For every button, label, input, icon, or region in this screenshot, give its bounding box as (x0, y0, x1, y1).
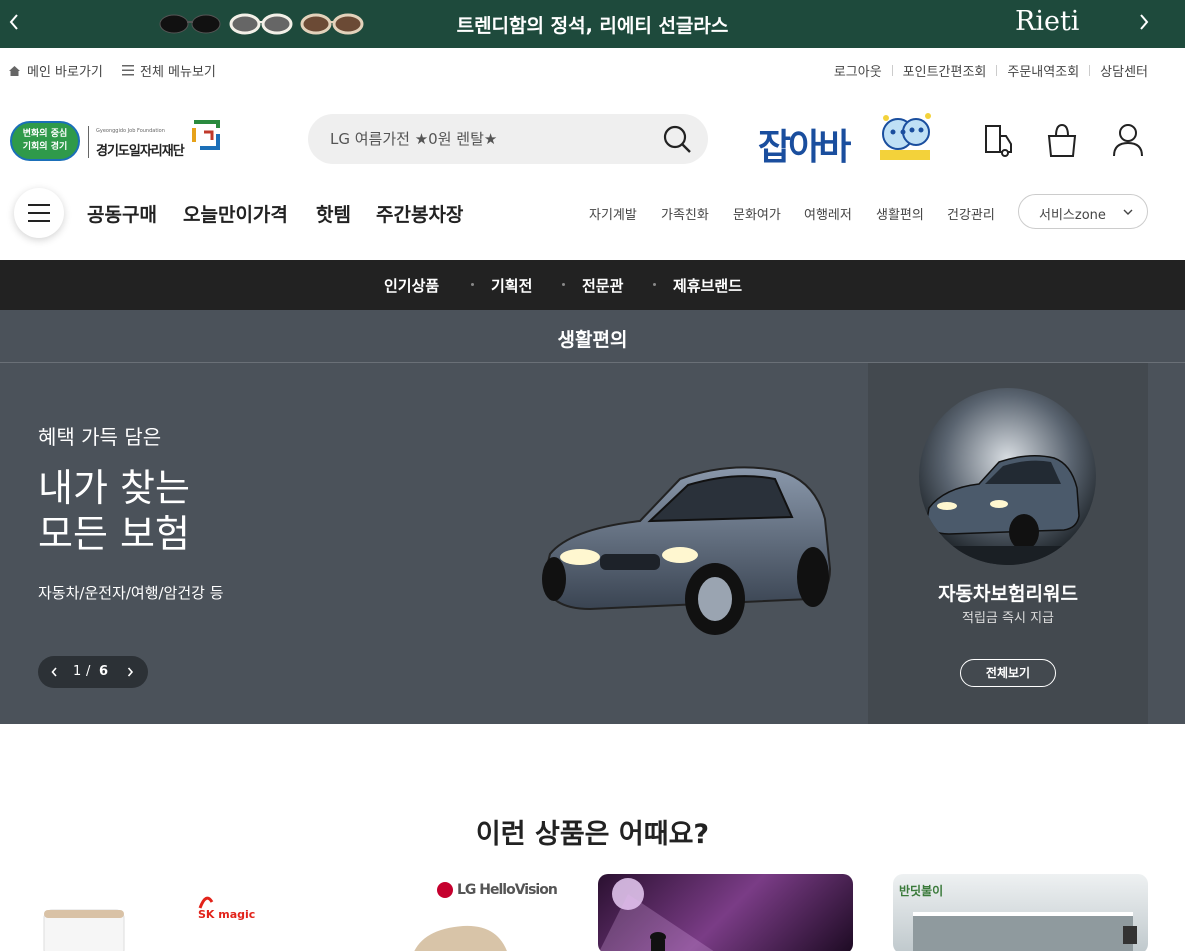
chevron-right-icon[interactable] (1138, 12, 1150, 37)
hamburger-icon (28, 204, 50, 222)
concert-image (599, 878, 714, 951)
nav-today-price[interactable]: 오늘만이가격 (183, 200, 288, 227)
nav-culture[interactable]: 문화여가 (733, 204, 781, 223)
home-icon (9, 65, 20, 76)
service-zone-label: 서비스zone (1039, 208, 1106, 223)
point-check-link[interactable]: 포인트간편조회 (903, 61, 987, 80)
user-icon[interactable] (1112, 122, 1144, 158)
search-bar[interactable] (308, 114, 708, 164)
side-car-thumbnail (919, 388, 1096, 565)
hero-next-slide-peek[interactable] (1148, 363, 1185, 724)
chevron-left-icon[interactable] (51, 667, 58, 677)
recommend-title: 이런 상품은 어때요? (475, 819, 710, 850)
logo-badge: 변화의 중심 기회의 경기 (10, 121, 80, 161)
side-subtitle: 적립금 즉시 지급 (962, 611, 1054, 626)
interior-image (913, 912, 1137, 951)
hamburger-menu-button[interactable] (14, 188, 64, 238)
view-all-button[interactable]: 전체보기 (960, 659, 1056, 687)
hero-headline-line1: 내가 찾는 (38, 466, 190, 510)
search-icon[interactable] (662, 124, 692, 154)
logo-badge-line2: 기회의 경기 (22, 142, 68, 152)
category-popular[interactable]: 인기상품 (384, 275, 439, 296)
category-dot (653, 283, 656, 286)
product-card-sk-magic[interactable]: SK magic (38, 874, 293, 951)
hero-headline: 내가 찾는 모든 보험 (38, 465, 190, 557)
pager-separator: / (86, 664, 91, 679)
service-zone-dropdown[interactable]: 서비스zone (1018, 194, 1148, 229)
purifier-image (43, 909, 125, 951)
product-card-lg-hellovision[interactable]: LG HelloVision (333, 874, 588, 951)
section-title: 생활편의 (557, 329, 628, 351)
full-menu-link[interactable]: 전체 메뉴보기 (122, 61, 216, 80)
nav-living[interactable]: 생활편의 (876, 204, 924, 223)
chevron-right-icon[interactable] (127, 667, 134, 677)
delivery-truck-icon[interactable] (982, 122, 1014, 158)
hero-headline-line2: 모든 보험 (38, 512, 190, 556)
jobaba-logo[interactable]: 잡아바 (758, 110, 938, 168)
lg-logo-icon (437, 882, 453, 898)
promo-brand-logo: Rieti (1015, 6, 1080, 37)
divider (891, 65, 893, 76)
side-title: 자동차보험리워드 (938, 583, 1078, 605)
search-input[interactable] (330, 128, 650, 150)
jobaba-text: 잡아바 (758, 127, 851, 168)
category-dot (471, 283, 474, 286)
nav-self-dev[interactable]: 자기계발 (589, 204, 637, 223)
help-center-link[interactable]: 상담센터 (1100, 61, 1148, 80)
jobaba-mascot-icon (880, 113, 931, 160)
category-partner-brand[interactable]: 제휴브랜드 (673, 275, 742, 296)
utility-links: 로그아웃 포인트간편조회 주문내역조회 상담센터 (834, 61, 1148, 80)
nav-family[interactable]: 가족친화 (661, 204, 709, 223)
nav-hot-items[interactable]: 핫템 (316, 200, 351, 227)
menu-lines-icon (122, 65, 134, 76)
product-card-bandibul[interactable]: 반딧불이 (893, 874, 1148, 951)
nav-health[interactable]: 건강관리 (947, 204, 995, 223)
site-logo[interactable]: 변화의 중심 기회의 경기 Gyeonggido Job Foundation … (10, 118, 225, 164)
side-promo[interactable]: 자동차보험리워드 적립금 즉시 지급 전체보기 (868, 363, 1148, 724)
order-history-link[interactable]: 주문내역조회 (1007, 61, 1079, 80)
lg-hellovision-logo: LG HelloVision (457, 882, 558, 898)
category-specialty[interactable]: 전문관 (582, 275, 623, 296)
logo-korean-name: 경기도일자리재단 (96, 144, 185, 159)
chevron-down-icon (1123, 209, 1133, 215)
hero-eyebrow: 혜택 가득 담은 (38, 425, 162, 449)
hero-description: 자동차/운전자/여행/암건강 등 (38, 584, 224, 602)
foundation-emblem-icon (192, 120, 220, 150)
logo-divider (88, 126, 89, 158)
pager-current: 1 (73, 664, 82, 679)
pager-total: 6 (99, 664, 109, 679)
nav-group-buy[interactable]: 공동구매 (87, 200, 157, 227)
product-card-concert[interactable] (598, 874, 853, 951)
logout-link[interactable]: 로그아웃 (834, 61, 882, 80)
hero-pager: 1 / 6 (38, 656, 148, 688)
logo-badge-line1: 변화의 중심 (22, 129, 68, 139)
divider (996, 65, 998, 76)
home-link-label: 메인 바로가기 (27, 65, 103, 80)
promo-banner[interactable]: 트렌디함의 정석, 리에티 선글라스 Rieti (0, 0, 1185, 48)
category-dot (562, 283, 565, 286)
home-link[interactable]: 메인 바로가기 (8, 61, 103, 80)
section-header: 생활편의 (0, 310, 1185, 363)
divider (1089, 65, 1091, 76)
sk-magic-logo: SK magic (198, 908, 256, 921)
utility-bar: 메인 바로가기 전체 메뉴보기 로그아웃 포인트간편조회 주문내역조회 상담센터 (0, 48, 1185, 90)
category-bar: 인기상품 기획전 전문관 제휴브랜드 (0, 260, 1185, 310)
nav-travel[interactable]: 여행레저 (804, 204, 852, 223)
promo-title[interactable]: 트렌디함의 정석, 리에티 선글라스 (0, 11, 1185, 38)
massage-chair-image (414, 925, 507, 951)
logo-english-name: Gyeonggido Job Foundation (96, 128, 165, 134)
category-exhibition[interactable]: 기획전 (491, 275, 532, 296)
shopping-bag-icon[interactable] (1046, 122, 1078, 158)
full-menu-label: 전체 메뉴보기 (140, 65, 216, 80)
car-image (542, 466, 832, 635)
nav-weekly[interactable]: 주간봉차장 (376, 200, 463, 227)
